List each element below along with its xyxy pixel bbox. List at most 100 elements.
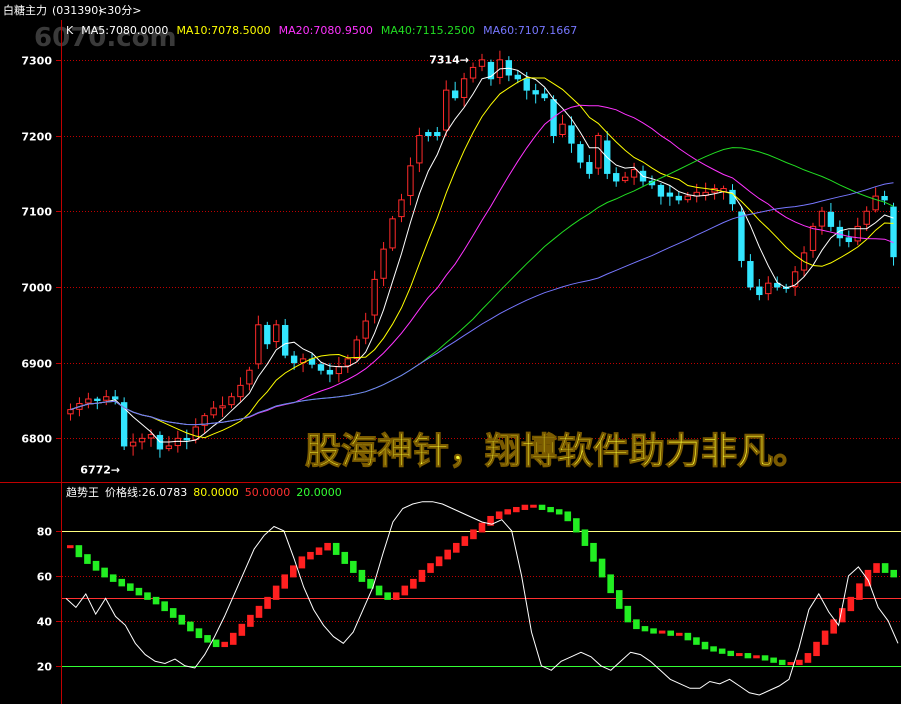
candle-body-2	[85, 398, 92, 404]
candle-body-14	[192, 426, 199, 440]
price-tick-label-1: 7200	[21, 131, 52, 144]
trend-bar-45	[452, 542, 460, 553]
trend-bar-87	[813, 641, 820, 657]
candle-body-83	[809, 225, 817, 251]
trend-bar-42	[427, 563, 434, 573]
legend-ma20: MA20:7080.9500	[279, 24, 373, 37]
candle-body-16	[210, 407, 217, 416]
trend-bar-79	[744, 653, 752, 659]
trend-bar-10	[152, 596, 160, 605]
candle-body-57	[577, 144, 584, 163]
candle-body-50	[514, 74, 521, 80]
indicator-tick-label-1: 60	[37, 571, 53, 584]
trend-bar-23	[264, 596, 271, 609]
trend-bar-46	[461, 536, 469, 546]
indicator-legend-l20: 20.0000	[296, 486, 342, 499]
trend-bar-43	[435, 556, 443, 567]
candle-body-92	[890, 206, 897, 258]
candle-body-5	[112, 396, 119, 400]
trend-bar-53	[521, 504, 529, 510]
trend-bar-1	[75, 545, 83, 558]
candle-body-28	[317, 364, 325, 371]
candle-body-35	[380, 248, 387, 279]
candle-body-63	[630, 169, 638, 178]
trend-bar-80	[753, 655, 760, 659]
legend-k: K	[66, 24, 74, 37]
trend-bar-54	[530, 504, 537, 508]
trend-bar-16	[204, 635, 211, 643]
trend-bar-61	[590, 542, 597, 562]
trend-bar-38	[392, 592, 400, 600]
trend-bar-7	[127, 583, 134, 591]
candle-body-36	[389, 218, 396, 249]
candle-body-17	[219, 405, 226, 409]
candle-body-62	[621, 176, 629, 182]
trend-bar-67	[641, 626, 649, 632]
trend-bar-12	[169, 608, 177, 618]
trend-bar-68	[650, 628, 657, 634]
indicator-legend-l50: 50.0000	[245, 486, 291, 499]
price-annotation-0: 7314→	[429, 53, 469, 66]
trend-bar-21	[247, 614, 254, 627]
candle-body-85	[827, 211, 835, 227]
indicator-tick-label-0: 80	[37, 526, 53, 539]
trend-bar-51	[504, 509, 512, 515]
trend-bar-95	[881, 563, 889, 573]
trend-bar-48	[478, 522, 486, 533]
candle-body-7	[129, 441, 137, 447]
trend-bar-72	[684, 632, 692, 641]
trend-bar-96	[890, 569, 897, 578]
candle-body-69	[684, 195, 691, 201]
trend-bar-63	[607, 574, 614, 594]
candle-body-24	[281, 325, 289, 356]
candle-body-3	[94, 398, 101, 402]
trend-bar-92	[856, 583, 863, 600]
candle-body-18	[228, 396, 235, 406]
candle-body-29	[326, 369, 334, 375]
trend-bar-71	[675, 632, 683, 636]
trend-bar-25	[281, 574, 289, 589]
trend-bar-33	[350, 560, 357, 573]
trend-bar-66	[633, 619, 640, 630]
indicator-legend-l80: 80.0000	[193, 486, 239, 499]
trend-bar-75	[710, 646, 717, 652]
candle-body-9	[147, 434, 155, 439]
price-tick-label-2: 7100	[21, 206, 52, 219]
candle-body-67	[666, 192, 674, 197]
trend-bar-39	[401, 585, 409, 596]
candle-body-84	[818, 210, 826, 227]
candle-body-12	[174, 437, 182, 447]
candle-body-40	[425, 132, 432, 137]
candle-body-59	[595, 135, 602, 169]
trend-bar-40	[410, 578, 417, 589]
candle-body-25	[290, 355, 298, 364]
trend-bar-18	[221, 641, 228, 648]
trend-bar-5	[109, 574, 117, 582]
trend-bar-41	[418, 569, 426, 582]
candle-body-61	[613, 173, 620, 182]
candle-body-31	[344, 358, 351, 367]
candle-body-39	[416, 135, 423, 164]
candle-body-91	[881, 195, 888, 201]
candle-body-33	[362, 320, 369, 339]
trend-bar-88	[821, 630, 829, 645]
legend-ma5: MA5:7080.0000	[81, 24, 168, 37]
candle-body-68	[675, 195, 683, 201]
trend-bar-77	[727, 650, 735, 657]
trend-bar-31	[332, 542, 340, 555]
trend-bar-74	[701, 641, 709, 650]
candle-body-87	[845, 237, 852, 243]
price-tick-label-3: 7000	[21, 282, 52, 295]
candle-body-45	[469, 66, 477, 79]
candle-body-13	[183, 437, 190, 441]
trend-bar-94	[873, 563, 880, 573]
trend-bar-2	[84, 554, 91, 564]
legend-ma40: MA40:7115.2500	[381, 24, 475, 37]
trend-bar-86	[804, 653, 812, 663]
candle-body-19	[237, 384, 244, 398]
candle-body-0	[67, 409, 74, 415]
trend-bar-0	[67, 545, 74, 549]
price-tick-label-0: 7300	[21, 55, 52, 68]
trend-bar-55	[538, 504, 546, 510]
indicator-tick-label-2: 40	[37, 616, 53, 629]
